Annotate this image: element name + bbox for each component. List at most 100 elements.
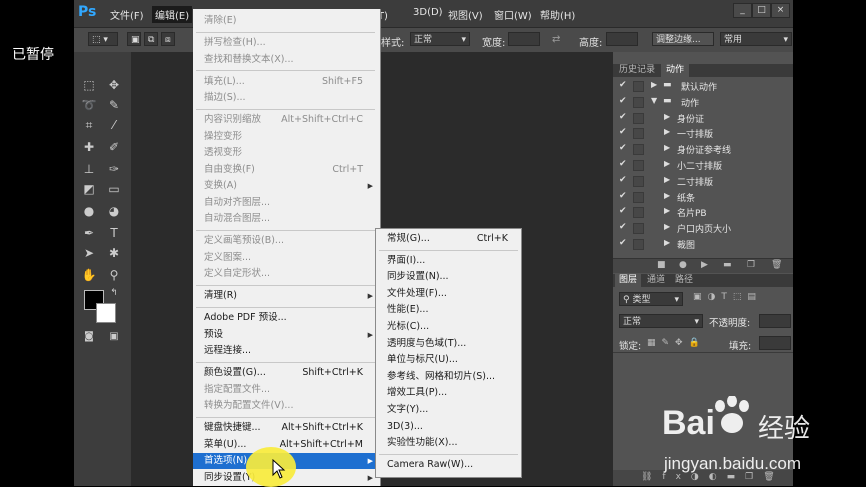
edit-menu-item[interactable]: 清除(E) bbox=[193, 13, 378, 29]
checkmark-icon[interactable]: ✔ bbox=[619, 238, 627, 248]
shape-tool-icon[interactable]: ✱ bbox=[104, 244, 124, 262]
width-input[interactable] bbox=[508, 32, 540, 46]
close-icon[interactable]: × bbox=[771, 3, 790, 18]
dialog-toggle-box[interactable] bbox=[633, 175, 644, 187]
preferences-item[interactable]: 实验性功能(X)... bbox=[376, 435, 521, 451]
preferences-item[interactable]: 3D(3)... bbox=[376, 419, 521, 435]
expand-triangle-right-icon[interactable]: ▶ bbox=[664, 112, 670, 121]
stop-icon[interactable]: ■ bbox=[657, 260, 666, 270]
zoom-tool-icon[interactable]: ⚲ bbox=[104, 266, 124, 284]
edit-menu-item[interactable]: 查找和替换文本(X)... bbox=[193, 52, 378, 68]
checkmark-icon[interactable]: ✔ bbox=[619, 159, 627, 169]
preferences-item[interactable]: 文件处理(F)... bbox=[376, 286, 521, 302]
tab-actions[interactable]: 动作 bbox=[661, 64, 689, 77]
quick-mask-icon[interactable]: ◙ bbox=[79, 328, 99, 346]
crop-tool-icon[interactable]: ⌗ bbox=[79, 116, 99, 134]
marquee-tool-icon[interactable]: ⬚ bbox=[79, 76, 99, 94]
edit-menu-item[interactable]: 预设 ▶ bbox=[193, 327, 378, 343]
history-brush-tool-icon[interactable]: ✑ bbox=[104, 160, 124, 178]
restore-icon[interactable]: □ bbox=[752, 3, 771, 18]
gradient-tool-icon[interactable]: ▭ bbox=[104, 180, 124, 198]
checkmark-icon[interactable]: ✔ bbox=[619, 96, 627, 106]
marquee-preset-icon[interactable]: ⬚ ▾ bbox=[88, 32, 118, 46]
path-select-tool-icon[interactable]: ➤ bbox=[79, 244, 99, 262]
edit-menu-item[interactable]: 自动混合图层... bbox=[193, 211, 378, 227]
lock-icons[interactable]: ▦✎✥🔒 bbox=[647, 338, 706, 348]
dialog-toggle-box[interactable] bbox=[633, 96, 644, 108]
menu-7[interactable]: 3D(D) bbox=[413, 7, 443, 18]
swap-dimensions-icon[interactable]: ⇄ bbox=[552, 34, 560, 45]
expand-triangle-right-icon[interactable]: ▶ bbox=[651, 80, 657, 89]
edit-menu-item[interactable]: 定义自定形状... bbox=[193, 266, 378, 282]
swap-colors-icon[interactable]: ↰ bbox=[104, 284, 124, 302]
hand-tool-icon[interactable]: ✋ bbox=[79, 266, 99, 284]
edit-menu-item[interactable]: 描边(S)... bbox=[193, 90, 378, 106]
eyedropper-tool-icon[interactable]: ⁄ bbox=[104, 116, 124, 134]
new-action-icon[interactable]: ❐ bbox=[747, 260, 755, 270]
expand-triangle-right-icon[interactable]: ▶ bbox=[664, 238, 670, 247]
edit-menu-item[interactable]: 转换为配置文件(V)... bbox=[193, 398, 378, 414]
subtract-selection-icon[interactable]: ⧈ bbox=[161, 32, 175, 46]
type-tool-icon[interactable]: T bbox=[104, 224, 124, 242]
menu-10[interactable]: 帮助(H) bbox=[540, 7, 575, 22]
tab-channels[interactable]: 通道 bbox=[643, 274, 669, 287]
delete-icon[interactable]: 🗑 bbox=[771, 260, 782, 270]
menu-1[interactable]: 编辑(E) bbox=[152, 6, 193, 23]
edit-menu-item[interactable]: 远程连接... bbox=[193, 343, 378, 359]
checkmark-icon[interactable]: ✔ bbox=[619, 127, 627, 137]
edit-menu-item[interactable]: 定义画笔预设(B)... bbox=[193, 233, 378, 249]
edit-menu-item[interactable]: 内容识别缩放 Alt+Shift+Ctrl+C bbox=[193, 112, 378, 128]
dialog-toggle-box[interactable] bbox=[633, 223, 644, 235]
style-select[interactable]: 正常 ▾ bbox=[410, 32, 470, 46]
quick-select-tool-icon[interactable]: ✎ bbox=[104, 96, 124, 114]
action-row[interactable]: ✔ ▶ 纸条 bbox=[613, 189, 791, 205]
checkmark-icon[interactable]: ✔ bbox=[619, 112, 627, 122]
pen-tool-icon[interactable]: ✒ bbox=[79, 224, 99, 242]
expand-triangle-right-icon[interactable]: ▶ bbox=[664, 191, 670, 200]
menu-8[interactable]: 视图(V) bbox=[448, 7, 483, 22]
height-input[interactable] bbox=[606, 32, 638, 46]
expand-triangle-right-icon[interactable]: ▶ bbox=[664, 206, 670, 215]
blur-tool-icon[interactable]: ● bbox=[79, 202, 99, 220]
layer-filter-icons[interactable]: ▣◑T⬚▤ bbox=[693, 292, 762, 302]
preferences-item[interactable]: 常规(G)... Ctrl+K bbox=[376, 231, 521, 247]
expand-triangle-right-icon[interactable]: ▶ bbox=[664, 222, 670, 231]
refine-edge-button[interactable]: 调整边缘... bbox=[652, 32, 714, 46]
dialog-toggle-box[interactable] bbox=[633, 191, 644, 203]
edit-menu-item[interactable]: 颜色设置(G)... Shift+Ctrl+K bbox=[193, 365, 378, 381]
move-tool-icon[interactable]: ✥ bbox=[104, 76, 124, 94]
edit-menu-item[interactable]: 变换(A) ▶ bbox=[193, 178, 378, 194]
new-set-icon[interactable]: ▬ bbox=[723, 260, 732, 270]
edit-menu-item[interactable]: 指定配置文件... bbox=[193, 382, 378, 398]
expand-triangle-right-icon[interactable]: ▶ bbox=[664, 175, 670, 184]
preferences-item[interactable]: 透明度与色域(T)... bbox=[376, 336, 521, 352]
fill-input[interactable] bbox=[759, 336, 791, 350]
edit-menu-item[interactable]: 操控变形 bbox=[193, 129, 378, 145]
preferences-item[interactable]: 单位与标尺(U)... bbox=[376, 352, 521, 368]
workspace-select[interactable]: 常用 ▾ bbox=[720, 32, 792, 46]
edit-menu-item[interactable]: 自动对齐图层... bbox=[193, 195, 378, 211]
expand-triangle-right-icon[interactable]: ▶ bbox=[664, 143, 670, 152]
preferences-item[interactable]: 界面(I)... bbox=[376, 253, 521, 269]
tab-history[interactable]: 历史记录 bbox=[615, 64, 659, 77]
dialog-toggle-box[interactable] bbox=[633, 81, 644, 92]
checkmark-icon[interactable]: ✔ bbox=[619, 80, 627, 90]
preferences-item[interactable]: 参考线、网格和切片(S)... bbox=[376, 369, 521, 385]
screen-mode-icon[interactable]: ▣ bbox=[104, 328, 124, 346]
action-row[interactable]: ✔ ▶ 名片PB bbox=[613, 204, 791, 220]
preferences-item[interactable]: 文字(Y)... bbox=[376, 402, 521, 418]
edit-menu-item[interactable]: 定义图案... bbox=[193, 250, 378, 266]
preferences-item[interactable]: Camera Raw(W)... bbox=[376, 457, 521, 473]
eraser-tool-icon[interactable]: ◩ bbox=[79, 180, 99, 198]
dialog-toggle-box[interactable] bbox=[633, 112, 644, 124]
expand-triangle-right-icon[interactable]: ▶ bbox=[664, 159, 670, 168]
brush-tool-icon[interactable]: ✐ bbox=[104, 138, 124, 156]
clone-stamp-tool-icon[interactable]: ⊥ bbox=[79, 160, 99, 178]
edit-menu-item[interactable]: 填充(L)... Shift+F5 bbox=[193, 74, 378, 90]
action-row[interactable]: ✔ ▶ 一寸排版 bbox=[613, 125, 791, 141]
preferences-item[interactable]: 性能(E)... bbox=[376, 302, 521, 318]
blend-mode-select[interactable]: 正常 ▾ bbox=[619, 314, 703, 328]
checkmark-icon[interactable]: ✔ bbox=[619, 191, 627, 201]
dialog-toggle-box[interactable] bbox=[633, 144, 644, 156]
dodge-tool-icon[interactable]: ◕ bbox=[104, 202, 124, 220]
